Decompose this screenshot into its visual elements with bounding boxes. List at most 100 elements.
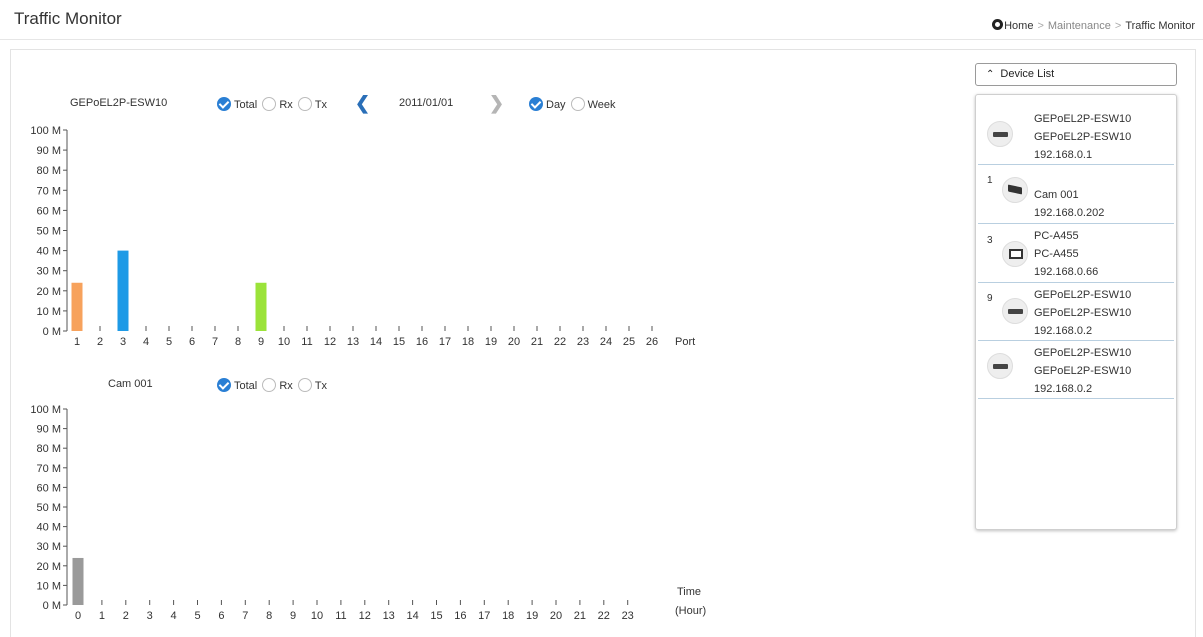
x-tick-label: 17: [478, 610, 490, 622]
x-tick-label: 21: [531, 336, 543, 348]
x-tick-label: 23: [622, 610, 634, 622]
x-tick-label: 18: [462, 336, 474, 348]
device-port: 3: [987, 235, 993, 246]
camera-icon: [1002, 177, 1028, 203]
x-tick-label: 11: [335, 610, 346, 622]
device-list-panel: GEPoEL2P-ESW10 GEPoEL2P-ESW10 192.168.0.…: [975, 94, 1177, 530]
y-tick-label: 40 M: [37, 522, 61, 534]
x-tick-label: 19: [526, 610, 538, 622]
x-tick-label: 4: [143, 336, 149, 348]
bar[interactable]: [72, 557, 84, 605]
device-ip: 192.168.0.2: [1034, 383, 1093, 395]
y-tick-label: 80 M: [37, 165, 61, 177]
device-port: 9: [987, 293, 993, 304]
home-icon[interactable]: [992, 19, 1004, 30]
switch-icon: [987, 353, 1013, 379]
bar[interactable]: [255, 282, 267, 331]
x-tick-label: 16: [454, 610, 466, 622]
x-tick-label: 0: [75, 610, 81, 622]
x-tick-label: 21: [574, 610, 586, 622]
device-model: GEPoEL2P-ESW10: [1034, 307, 1132, 319]
x-tick-label: 12: [324, 336, 336, 348]
device-ip: 192.168.0.202: [1034, 207, 1105, 219]
y-tick-label: 30 M: [37, 266, 61, 278]
x-tick-label: 25: [623, 336, 635, 348]
y-tick-label: 60 M: [37, 205, 61, 217]
device-list-button[interactable]: ⌃ Device List: [975, 63, 1177, 86]
y-tick-label: 90 M: [37, 424, 61, 436]
x-tick-label: 24: [600, 336, 612, 348]
x-tick-label: 12: [359, 610, 371, 622]
breadcrumb-home[interactable]: Home: [1004, 20, 1033, 32]
bar[interactable]: [71, 282, 83, 331]
device-model: GEPoEL2P-ESW10: [1034, 365, 1132, 377]
breadcrumb-maintenance[interactable]: Maintenance: [1048, 20, 1111, 32]
x-tick-label: 2: [123, 610, 129, 622]
switch-icon: [987, 121, 1013, 147]
device-list-item[interactable]: GEPoEL2P-ESW10 GEPoEL2P-ESW10 192.168.0.…: [978, 105, 1174, 165]
y-tick-label: 100 M: [30, 125, 61, 137]
device-model: PC-A455: [1034, 248, 1079, 260]
device-list-item[interactable]: 3 PC-A455 PC-A455 192.168.0.66: [978, 224, 1174, 283]
y-tick-label: 0 M: [43, 326, 61, 338]
x-tick-label: 22: [598, 610, 610, 622]
y-tick-label: 30 M: [37, 541, 61, 553]
breadcrumb-separator: >: [1037, 20, 1044, 32]
x-tick-label: 3: [147, 610, 153, 622]
x-tick-label: 5: [166, 336, 172, 348]
y-tick-label: 80 M: [37, 443, 61, 455]
x-tick-label: 7: [242, 610, 248, 622]
traffic-charts: 0 M 1 0 M 20 M 30 M 40 M 50 M 60 M 70 M 80 M 90 M 1…: [30, 125, 706, 622]
device-name: GEPoEL2P-ESW10: [1034, 113, 1132, 125]
y-tick-label: 40 M: [37, 246, 61, 258]
x-tick-label: 13: [383, 610, 395, 622]
device-list-item[interactable]: 9 GEPoEL2P-ESW10 GEPoEL2P-ESW10 192.168.…: [978, 283, 1174, 341]
y-tick-label: 20 M: [37, 561, 61, 573]
y-tick-label: 50 M: [37, 226, 61, 238]
device-port: 1: [987, 175, 993, 186]
x-tick-label: 6: [189, 336, 195, 348]
x-tick-label: 5: [194, 610, 200, 622]
device-list-item[interactable]: 1 Cam 001 192.168.0.202: [978, 165, 1174, 224]
pc-icon: [1002, 241, 1028, 267]
x-axis-label-line1: Time: [677, 586, 701, 598]
y-tick-label: 0 M: [43, 600, 61, 612]
x-tick-label: 4: [171, 610, 177, 622]
x-tick-label: 17: [439, 336, 451, 348]
y-tick-label: 50 M: [37, 502, 61, 514]
y-tick-label: 60 M: [37, 482, 61, 494]
switch-icon: [1002, 298, 1028, 324]
x-tick-label: 20: [550, 610, 562, 622]
device-model: Cam 001: [1034, 189, 1079, 201]
device-ip: 192.168.0.1: [1034, 149, 1093, 161]
x-tick-label: 15: [430, 610, 442, 622]
y-tick-label: 20 M: [37, 286, 61, 298]
x-tick-label: 20: [508, 336, 520, 348]
bar[interactable]: [117, 250, 129, 331]
x-tick-label: 3: [120, 336, 126, 348]
device-list-item[interactable]: GEPoEL2P-ESW10 GEPoEL2P-ESW10 192.168.0.…: [978, 341, 1174, 399]
x-tick-label: 1: [99, 610, 105, 622]
x-tick-label: 9: [258, 336, 264, 348]
y-tick-label: 70 M: [37, 185, 61, 197]
x-tick-label: 22: [554, 336, 566, 348]
x-tick-label: 8: [266, 610, 272, 622]
x-tick-label: 13: [347, 336, 359, 348]
x-tick-label: 26: [646, 336, 658, 348]
y-tick-label: 100 M: [30, 404, 61, 416]
x-tick-label: 23: [577, 336, 589, 348]
device-ip: 192.168.0.2: [1034, 325, 1093, 337]
breadcrumb-separator: >: [1114, 20, 1122, 32]
device-name: GEPoEL2P-ESW10: [1034, 289, 1132, 301]
time-traffic-chart: 0 M 10 M 20 M 30 M 40 M 50 M 60 M 70 M 80 M 90 M 1…: [30, 404, 706, 622]
x-tick-label: 19: [485, 336, 497, 348]
x-tick-label: 8: [235, 336, 241, 348]
device-ip: 192.168.0.66: [1034, 266, 1099, 278]
port-traffic-chart: 0 M 10 M 20 M 30 M 40 M 50 M 60 M 70 M 80 M 90 M 1…: [30, 125, 695, 348]
x-tick-label: 15: [393, 336, 405, 348]
breadcrumb-current: Traffic Monitor: [1125, 20, 1195, 32]
y-tick-label: 70 M: [37, 463, 61, 475]
device-name: GEPoEL2P-ESW10: [1034, 347, 1132, 359]
x-tick-label: 10: [311, 610, 323, 622]
x-tick-label: 7: [212, 336, 218, 348]
